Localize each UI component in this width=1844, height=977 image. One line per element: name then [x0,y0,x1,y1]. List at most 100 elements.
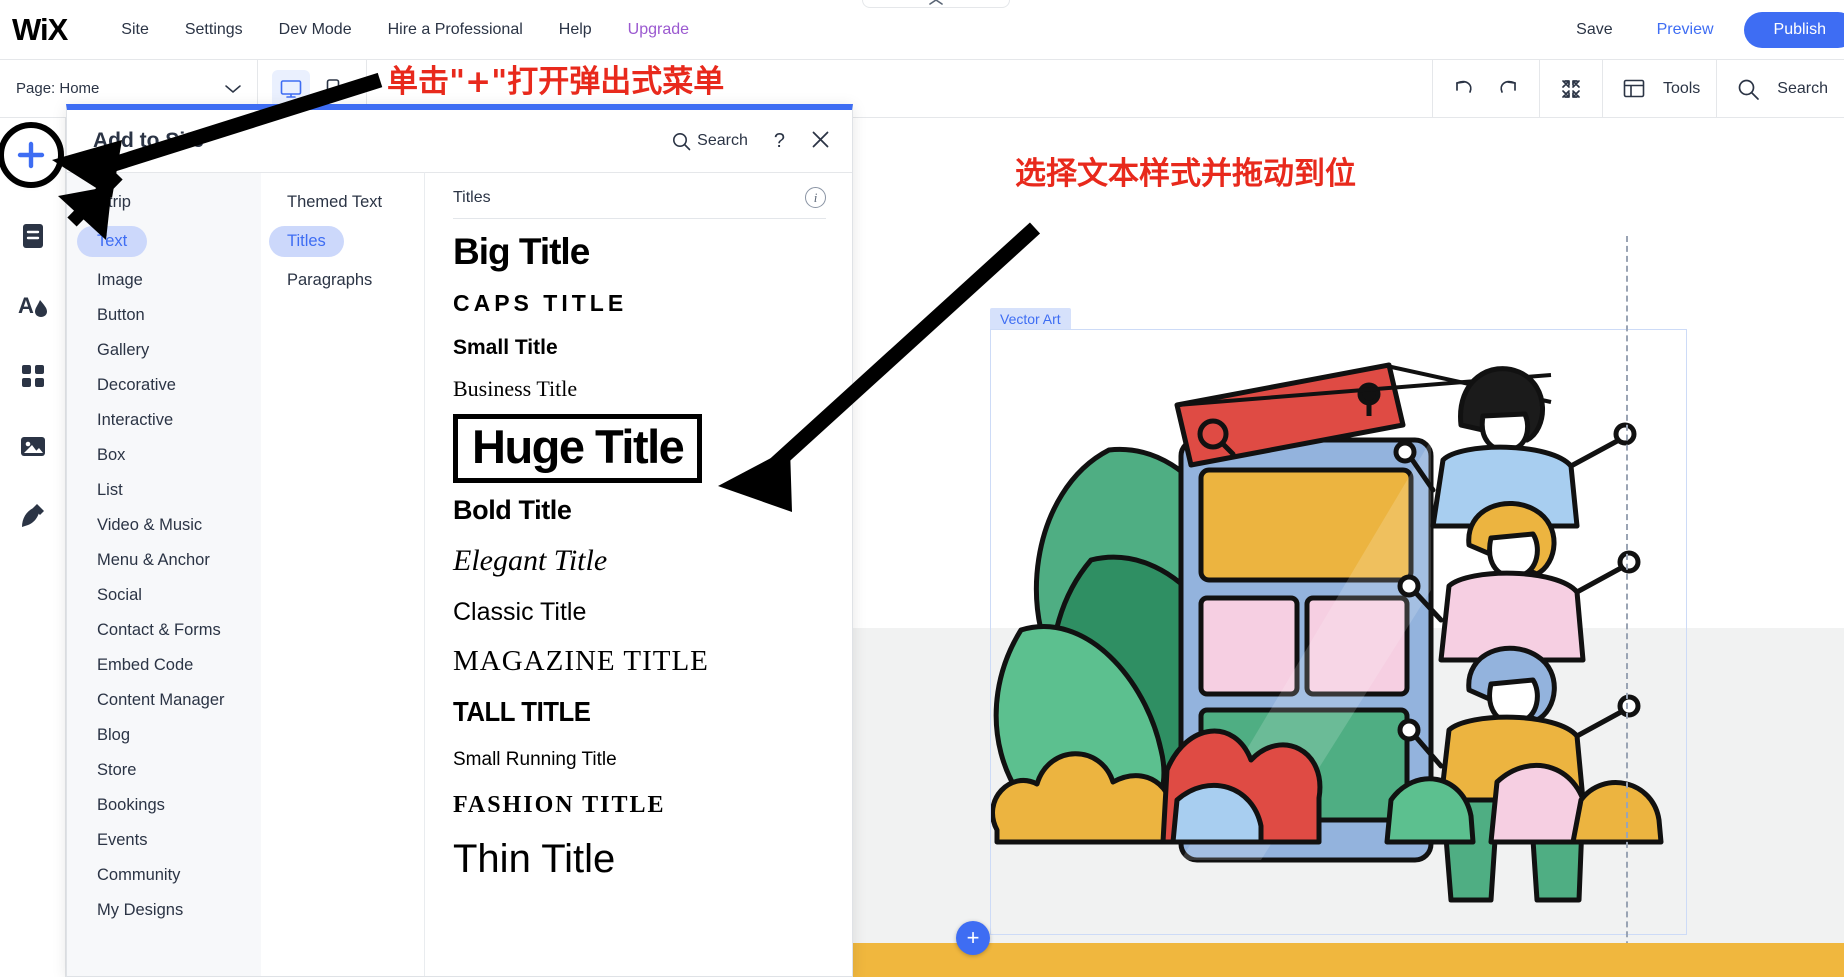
wix-logo[interactable]: WiX [12,12,67,48]
annotation-text-click-plus: 单击"+"打开弹出式菜单 [387,56,724,101]
contribute-icon [19,502,47,530]
zoom-out-icon [1559,77,1583,101]
undo-button[interactable] [1449,74,1479,104]
tools-panel-icon [1622,78,1646,100]
category-item-blog[interactable]: Blog [77,720,251,751]
style-item-fashion-title[interactable]: FASHION TITLE [453,793,826,817]
zoom-out-button[interactable] [1556,74,1586,104]
search-icon [1736,77,1760,101]
styles-header-label: Titles [453,189,491,207]
category-item-button[interactable]: Button [77,300,251,331]
vector-art-selection-frame[interactable] [990,329,1687,935]
add-section-button[interactable]: + [956,921,990,955]
nav-item-hire-a-professional[interactable]: Hire a Professional [370,15,541,45]
category-item-text[interactable]: Text [77,226,147,257]
panel-title: Add to Site [93,129,204,153]
tools-button[interactable] [1619,74,1649,104]
search-button[interactable] [1733,74,1763,104]
add-elements-button[interactable] [4,128,58,182]
vector-art-illustration [991,330,1688,936]
style-item-business-title[interactable]: Business Title [453,378,826,400]
style-item-thin-title[interactable]: Thin Title [453,839,826,879]
category-item-box[interactable]: Box [77,440,251,471]
redo-button[interactable] [1493,74,1523,104]
category-item-contact-forms[interactable]: Contact & Forms [77,615,251,646]
vector-art-label: Vector Art [990,308,1071,330]
category-item-social[interactable]: Social [77,580,251,611]
toolbar-right-group: Tools Search [1432,60,1844,118]
nav-item-site[interactable]: Site [103,15,167,45]
sidebar-item-my-uploads[interactable] [11,424,55,468]
tools-group[interactable]: Tools [1602,60,1716,118]
publish-button[interactable]: Publish [1744,12,1844,48]
apps-icon [20,363,46,389]
nav-item-dev-mode[interactable]: Dev Mode [261,15,370,45]
style-item-big-title[interactable]: Big Title [453,233,826,270]
desktop-view-button[interactable] [272,70,310,108]
style-item-tall-title[interactable]: TALL TITLE [453,698,796,726]
close-icon [811,130,830,149]
category-item-bookings[interactable]: Bookings [77,790,251,821]
style-item-elegant-title[interactable]: Elegant Title [453,546,826,576]
sidebar-item-start-blogging[interactable] [11,494,55,538]
category-item-image[interactable]: Image [77,265,251,296]
category-item-my-designs[interactable]: My Designs [77,895,251,926]
search-label[interactable]: Search [1777,80,1828,98]
panel-header: Add to Site Search ? [67,110,852,172]
zoom-group [1539,60,1602,118]
category-item-decorative[interactable]: Decorative [77,370,251,401]
style-item-bold-title[interactable]: Bold Title [453,497,826,524]
style-item-caps-title[interactable]: CAPS TITLE [453,292,826,315]
nav-item-help[interactable]: Help [541,15,610,45]
info-icon[interactable]: i [805,187,826,208]
svg-text:A: A [18,293,34,318]
panel-search-button[interactable]: Search [672,132,748,151]
annotation-text-drag-style: 选择文本样式并拖动到位 [1015,148,1356,193]
save-button[interactable]: Save [1554,15,1634,45]
add-to-site-panel: Add to Site Search ? [66,104,853,977]
search-icon [672,132,691,151]
category-item-menu-anchor[interactable]: Menu & Anchor [77,545,251,576]
mobile-view-button[interactable] [314,70,352,108]
search-group[interactable]: Search [1716,60,1844,118]
chevron-up-icon [929,0,943,6]
style-item-small-title[interactable]: Small Title [453,337,826,358]
preview-button[interactable]: Preview [1635,15,1736,45]
category-item-content-manager[interactable]: Content Manager [77,685,251,716]
page-selector-label: Page: Home [16,80,99,97]
category-item-video-music[interactable]: Video & Music [77,510,251,541]
category-item-community[interactable]: Community [77,860,251,891]
nav-item-settings[interactable]: Settings [167,15,261,45]
panel-help-button[interactable]: ? [774,131,785,151]
redo-icon [1495,77,1521,101]
style-item-huge-title[interactable]: Huge Title [472,423,683,470]
style-item-magazine-title[interactable]: MAGAZINE TITLE [453,647,826,676]
theme-icon: A [18,292,48,320]
panel-close-button[interactable] [811,130,830,153]
category-item-embed-code[interactable]: Embed Code [77,650,251,681]
collapse-nub[interactable] [862,0,1010,8]
subcategory-item-paragraphs[interactable]: Paragraphs [269,265,416,296]
subcategory-item-themed-text[interactable]: Themed Text [269,187,416,218]
category-list: Strip Text Image Button Gallery Decorati… [67,172,261,976]
category-item-gallery[interactable]: Gallery [77,335,251,366]
style-item-small-running-title[interactable]: Small Running Title [453,750,826,769]
tools-label[interactable]: Tools [1663,80,1700,98]
top-header-bar: WiX Site Settings Dev Mode Hire a Profes… [0,0,1844,60]
media-icon [19,434,47,458]
style-item-classic-title[interactable]: Classic Title [453,600,826,625]
undo-icon [1451,77,1477,101]
category-item-strip[interactable]: Strip [77,187,251,218]
subcategory-item-titles[interactable]: Titles [269,226,344,257]
top-header-actions: Save Preview Publish [1554,12,1844,48]
sidebar-item-site-pages[interactable] [11,214,55,258]
category-item-list[interactable]: List [77,475,251,506]
panel-body: Strip Text Image Button Gallery Decorati… [67,172,852,976]
sidebar-item-app-market[interactable] [11,354,55,398]
category-item-events[interactable]: Events [77,825,251,856]
nav-item-upgrade[interactable]: Upgrade [610,15,707,45]
canvas-right-guide [1626,236,1628,977]
category-item-store[interactable]: Store [77,755,251,786]
sidebar-item-site-design[interactable]: A [11,284,55,328]
category-item-interactive[interactable]: Interactive [77,405,251,436]
